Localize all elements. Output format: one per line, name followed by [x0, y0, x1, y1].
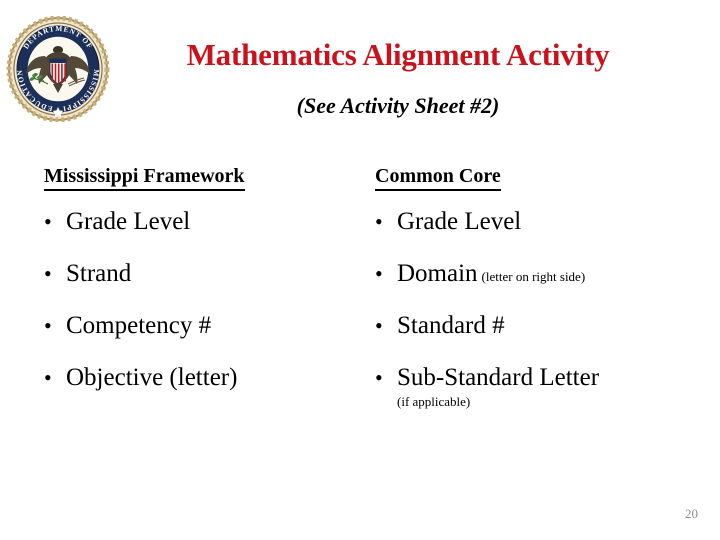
list-item: • Domain (letter on right side) — [375, 259, 700, 289]
bullet-list-mississippi-framework: • Grade Level • Strand • Competency # • — [44, 207, 374, 393]
list-item-body: Strand — [66, 259, 374, 289]
column-heading-common-core: Common Core — [375, 164, 501, 191]
bullet-dot-icon: • — [44, 261, 52, 286]
list-item: • Grade Level — [44, 207, 374, 237]
list-item-body: Sub-Standard Letter (if applicable) — [397, 363, 700, 410]
list-item-label: Grade Level — [397, 208, 522, 235]
slide-subtitle: (See Activity Sheet #2) — [296, 93, 500, 118]
list-item-label: Grade Level — [66, 208, 191, 235]
bullet-dot-icon: • — [44, 313, 52, 338]
list-item-body: Standard # — [397, 311, 700, 341]
list-item-body: Objective (letter) — [66, 363, 374, 393]
list-item-label: Domain — [397, 260, 478, 287]
bullet-list-common-core: • Grade Level • Domain (letter on right s… — [375, 207, 700, 410]
list-item: • Sub-Standard Letter (if applicable) — [375, 363, 700, 410]
list-item-note: (if applicable) — [397, 394, 471, 409]
bullet-dot-icon: • — [375, 313, 383, 338]
column-common-core: Common Core • Grade Level • Domain (lette… — [375, 164, 700, 410]
seal-icon: DEPARTMENT OF MISSISSIPPI · EDUCATION — [6, 16, 110, 122]
bullet-dot-icon: • — [375, 365, 383, 390]
column-mississippi-framework: Mississippi Framework • Grade Level • St… — [44, 164, 374, 393]
list-item-body: Competency # — [66, 311, 374, 341]
list-item-label: Standard # — [397, 312, 505, 339]
slide-canvas: DEPARTMENT OF MISSISSIPPI · EDUCATION — [0, 0, 720, 540]
page-number: 20 — [685, 506, 698, 521]
list-item: • Standard # — [375, 311, 700, 341]
list-item-label: Strand — [66, 260, 132, 287]
bullet-dot-icon: • — [375, 261, 383, 286]
mde-seal-logo: DEPARTMENT OF MISSISSIPPI · EDUCATION — [6, 16, 110, 122]
list-item-label: Objective (letter) — [66, 364, 238, 391]
bullet-dot-icon: • — [375, 209, 383, 234]
list-item: • Competency # — [44, 311, 374, 341]
bullet-dot-icon: • — [44, 365, 52, 390]
column-heading-mississippi-framework: Mississippi Framework — [44, 164, 245, 191]
list-item-body: Grade Level — [397, 207, 700, 237]
list-item-body: Domain (letter on right side) — [397, 259, 700, 289]
list-item-note: (letter on right side) — [481, 269, 586, 284]
list-item: • Objective (letter) — [44, 363, 374, 393]
list-item: • Grade Level — [375, 207, 700, 237]
bullet-dot-icon: • — [44, 209, 52, 234]
list-item: • Strand — [44, 259, 374, 289]
list-item-body: Grade Level — [66, 207, 374, 237]
list-item-label: Sub-Standard Letter — [397, 364, 600, 391]
slide-title: Mathematics Alignment Activity — [186, 37, 610, 72]
list-item-label: Competency # — [66, 312, 212, 339]
